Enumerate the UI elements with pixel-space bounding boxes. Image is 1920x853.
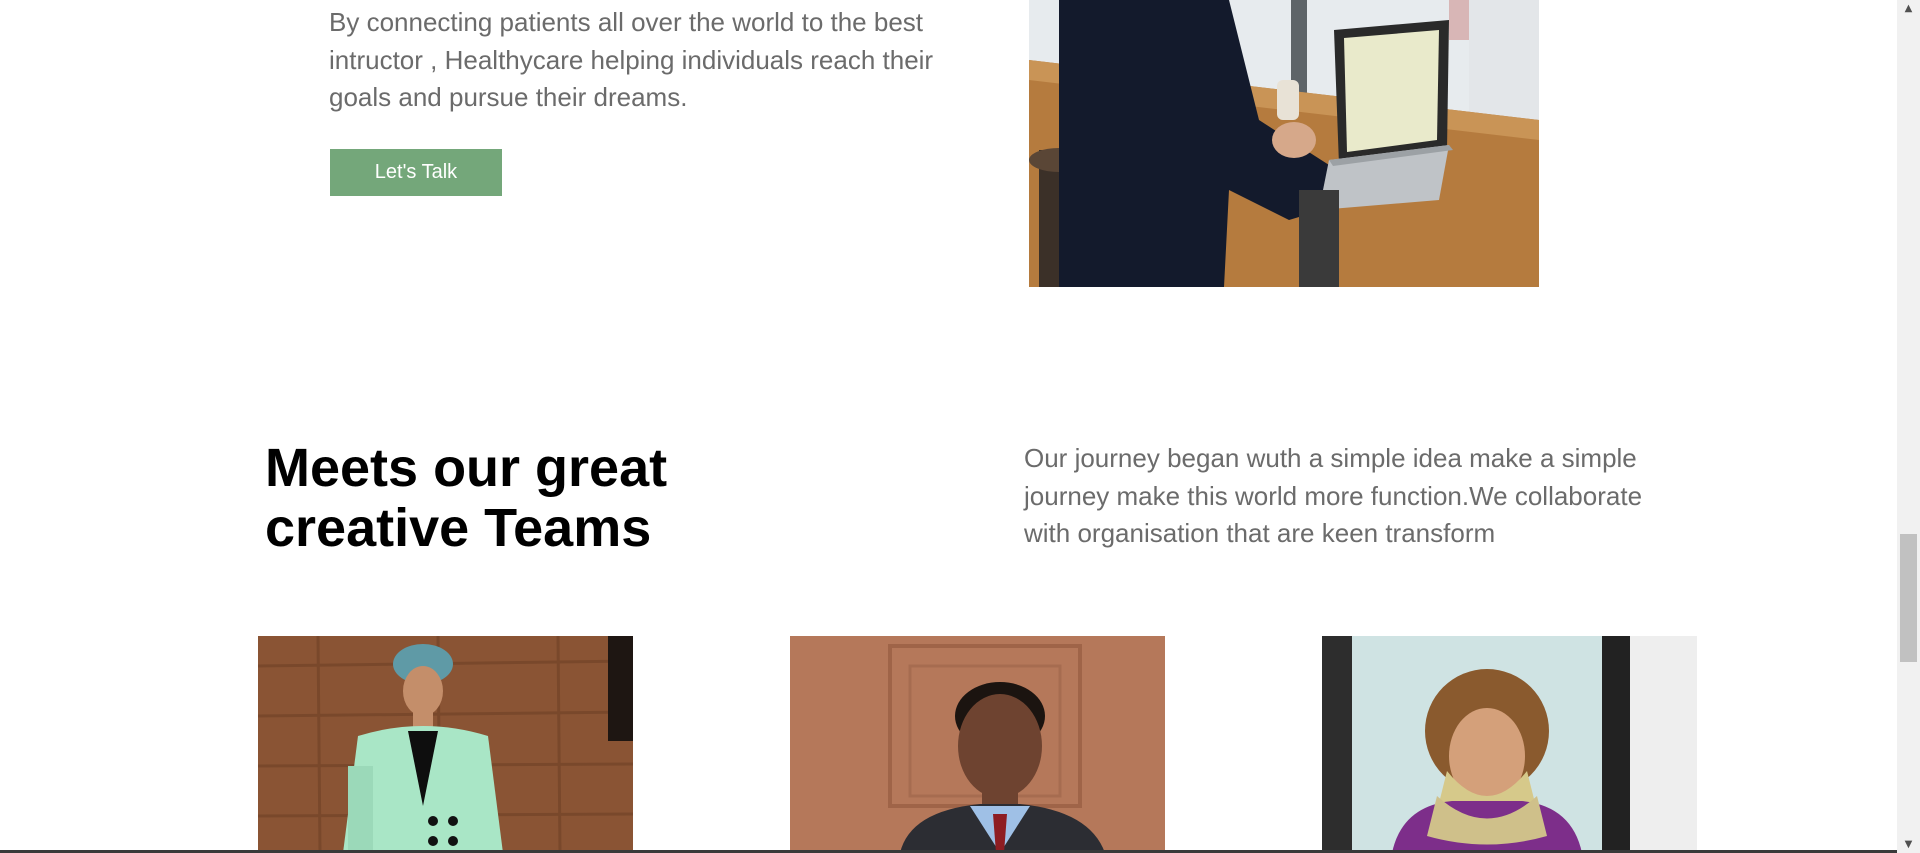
lets-talk-button[interactable]: Let's Talk (330, 149, 502, 196)
vertical-scrollbar[interactable]: ▲ ▼ (1897, 0, 1920, 853)
team-section-description: Our journey began wuth a simple idea mak… (1024, 443, 1643, 548)
team-member-photo-2 (790, 636, 1165, 853)
about-paragraph: By connecting patients all over the worl… (329, 7, 934, 112)
team-title-line-2: creative Teams (265, 498, 652, 558)
page-viewport: By connecting patients all over the worl… (0, 0, 1897, 853)
team-member-photo-1 (258, 636, 633, 853)
about-photo-laptop-person (1029, 0, 1539, 287)
scrollbar-thumb[interactable] (1900, 534, 1917, 662)
team-section-title: Meets our great creative Teams (265, 438, 667, 558)
scroll-up-arrow-icon[interactable]: ▲ (1897, 0, 1920, 17)
team-title-line-1: Meets our great (265, 438, 668, 498)
team-member-photo-3 (1322, 636, 1697, 853)
scroll-down-arrow-icon[interactable]: ▼ (1897, 836, 1920, 853)
